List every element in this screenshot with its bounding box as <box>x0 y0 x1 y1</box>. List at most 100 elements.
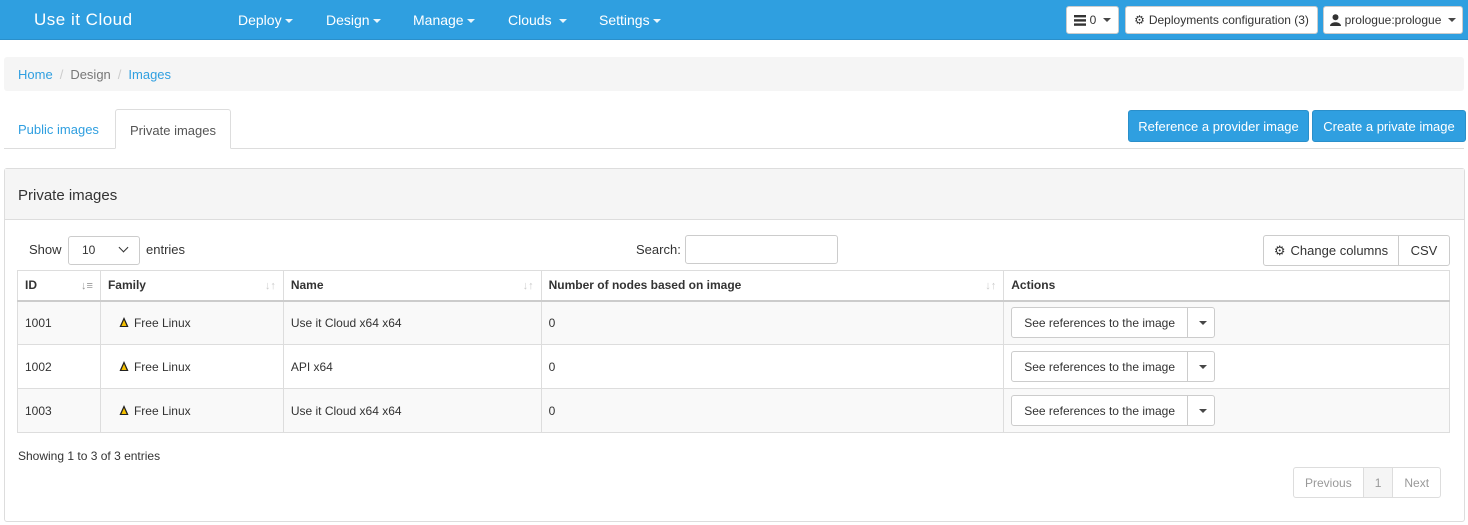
show-label: Show <box>29 242 62 257</box>
gear-icon: ⚙ <box>1134 13 1145 27</box>
breadcrumb-design: Design <box>70 67 111 82</box>
gear-icon: ⚙ <box>1273 242 1286 258</box>
actions-dropdown-toggle[interactable] <box>1188 352 1214 381</box>
column-header-actions: Actions <box>1003 270 1450 302</box>
search-input[interactable] <box>685 235 838 264</box>
change-columns-button[interactable]: ⚙ Change columns <box>1263 235 1399 266</box>
user-menu-button[interactable]: prologue:prologue <box>1323 6 1463 34</box>
cell-actions: See references to the image <box>1003 388 1450 433</box>
caret-down-icon <box>1448 18 1457 22</box>
family-label: Free Linux <box>133 403 191 418</box>
tasks-icon <box>1073 14 1086 26</box>
pagination: Previous 1 Next <box>1293 467 1442 498</box>
next-page-button[interactable]: Next <box>1393 468 1440 497</box>
previous-page-button[interactable]: Previous <box>1294 468 1364 497</box>
linux-icon <box>119 360 129 371</box>
top-navbar: Use it Cloud Deploy Design Manage Clouds… <box>0 0 1468 40</box>
breadcrumb-separator: / <box>117 67 122 82</box>
breadcrumb-images[interactable]: Images <box>128 67 171 82</box>
panel-title: Private images <box>5 169 1464 220</box>
cell-nodes: 0 <box>540 344 1005 389</box>
caret-down-icon <box>1198 408 1207 413</box>
cell-name: Use it Cloud x64 x64 <box>282 388 542 433</box>
column-header-nodes-label: Number of nodes based on image <box>548 278 742 293</box>
table-row: 1002 Free Linux API x64 0 See references… <box>17 344 1450 389</box>
breadcrumb-home[interactable]: Home <box>18 67 53 82</box>
nav-manage[interactable]: Manage <box>413 12 475 28</box>
nav-clouds[interactable]: Clouds <box>508 12 567 28</box>
caret-down-icon <box>284 19 293 24</box>
references-split-button: See references to the image <box>1011 351 1216 382</box>
cell-actions: See references to the image <box>1003 300 1450 345</box>
tab-private-images[interactable]: Private images <box>115 109 231 149</box>
caret-down-icon <box>1198 320 1207 325</box>
sort-icon: ↓↑ <box>985 280 997 292</box>
nav-manage-label: Manage <box>413 12 464 28</box>
linux-icon <box>119 316 129 327</box>
tab-public-images[interactable]: Public images <box>4 109 113 149</box>
cell-name: Use it Cloud x64 x64 <box>282 300 542 345</box>
change-columns-label: Change columns <box>1290 243 1389 258</box>
column-header-id-label: ID <box>25 278 37 293</box>
see-references-button[interactable]: See references to the image <box>1012 352 1189 381</box>
cell-actions: See references to the image <box>1003 344 1450 389</box>
cell-family: Free Linux <box>99 344 284 389</box>
breadcrumb-separator: / <box>59 67 64 82</box>
reference-provider-image-button[interactable]: Reference a provider image <box>1128 110 1309 142</box>
csv-export-button[interactable]: CSV <box>1398 235 1450 266</box>
app-brand[interactable]: Use it Cloud <box>34 10 133 30</box>
entries-label: entries <box>146 242 186 257</box>
deployments-config-label: Deployments configuration (3) <box>1148 13 1309 27</box>
search-label: Search: <box>636 242 681 257</box>
nav-design[interactable]: Design <box>326 12 381 28</box>
nav-clouds-label: Clouds <box>508 12 552 28</box>
cell-id: 1002 <box>17 344 101 389</box>
chevron-down-icon <box>118 242 129 253</box>
cell-family: Free Linux <box>99 300 284 345</box>
column-header-family-label: Family <box>107 278 146 293</box>
table-info: Showing 1 to 3 of 3 entries <box>18 449 161 463</box>
column-header-nodes[interactable]: Number of nodes based on image ↓↑ <box>540 270 1005 302</box>
column-header-name[interactable]: Name ↓↑ <box>282 270 542 302</box>
sort-icon: ↓↑ <box>264 280 276 292</box>
current-page[interactable]: 1 <box>1363 468 1394 497</box>
cell-nodes: 0 <box>540 388 1005 433</box>
deployments-config-button[interactable]: ⚙ Deployments configuration (3) <box>1125 6 1318 34</box>
caret-down-icon <box>558 19 567 24</box>
nav-design-label: Design <box>326 12 370 28</box>
sort-asc-icon: ↓≡ <box>81 280 93 292</box>
column-header-family[interactable]: Family ↓↑ <box>99 270 284 302</box>
cell-id: 1003 <box>17 388 101 433</box>
caret-down-icon <box>1103 18 1112 22</box>
references-split-button: See references to the image <box>1011 395 1216 426</box>
nav-settings[interactable]: Settings <box>599 12 661 28</box>
nav-deploy[interactable]: Deploy <box>238 12 293 28</box>
tasks-count: 0 <box>1089 13 1097 27</box>
family-label: Free Linux <box>133 315 191 330</box>
actions-dropdown-toggle[interactable] <box>1188 396 1214 425</box>
cell-nodes: 0 <box>540 300 1005 345</box>
see-references-button[interactable]: See references to the image <box>1012 308 1189 338</box>
column-header-id[interactable]: ID ↓≡ <box>17 270 101 302</box>
caret-down-icon <box>652 19 661 24</box>
page-size-select[interactable]: 10 <box>68 236 140 265</box>
sort-icon: ↓↑ <box>522 280 534 292</box>
cell-name: API x64 <box>282 344 542 389</box>
breadcrumb: Home / Design / Images <box>4 57 1464 91</box>
references-split-button: See references to the image <box>1011 307 1216 339</box>
nav-settings-label: Settings <box>599 12 650 28</box>
nav-deploy-label: Deploy <box>238 12 282 28</box>
table-header-row: ID ↓≡ Family ↓↑ Name ↓↑ Number of nodes bas… <box>17 270 1450 302</box>
cell-family: Free Linux <box>99 388 284 433</box>
see-references-button[interactable]: See references to the image <box>1012 396 1189 425</box>
column-header-name-label: Name <box>290 278 324 293</box>
create-private-image-button[interactable]: Create a private image <box>1312 110 1466 142</box>
family-label: Free Linux <box>133 359 191 374</box>
images-table: ID ↓≡ Family ↓↑ Name ↓↑ Number of nodes bas… <box>17 270 1450 433</box>
caret-down-icon <box>1198 364 1207 369</box>
caret-down-icon <box>466 19 475 24</box>
tasks-button[interactable]: 0 <box>1066 6 1119 34</box>
table-row: 1001 Free Linux Use it Cloud x64 x64 0 S… <box>17 300 1450 345</box>
table-row: 1003 Free Linux Use it Cloud x64 x64 0 S… <box>17 388 1450 433</box>
actions-dropdown-toggle[interactable] <box>1188 308 1214 337</box>
